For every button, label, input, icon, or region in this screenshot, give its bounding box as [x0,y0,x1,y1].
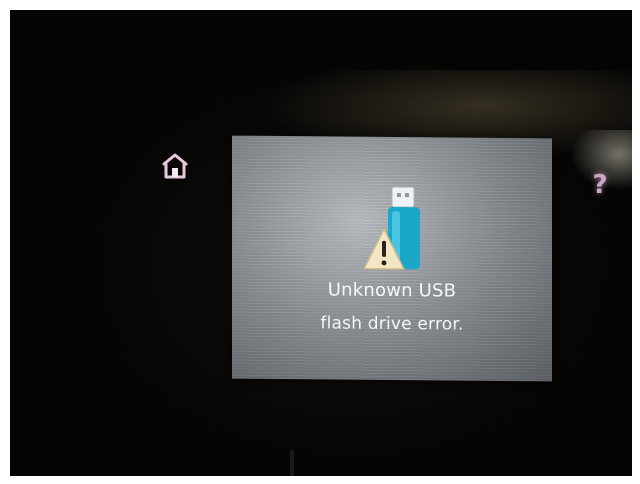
usb-flash-drive-warning-icon [363,186,420,270]
printer-control-panel-photo: ? Unknown USB flash drive error. [10,10,632,476]
panel-strip [290,450,294,476]
lcd-screen: Unknown USB flash drive error. [232,135,552,382]
error-message-line-2: flash drive error. [320,313,464,335]
home-icon[interactable] [162,153,188,179]
help-icon[interactable]: ? [589,169,611,201]
error-message-line-1: Unknown USB [327,279,457,302]
